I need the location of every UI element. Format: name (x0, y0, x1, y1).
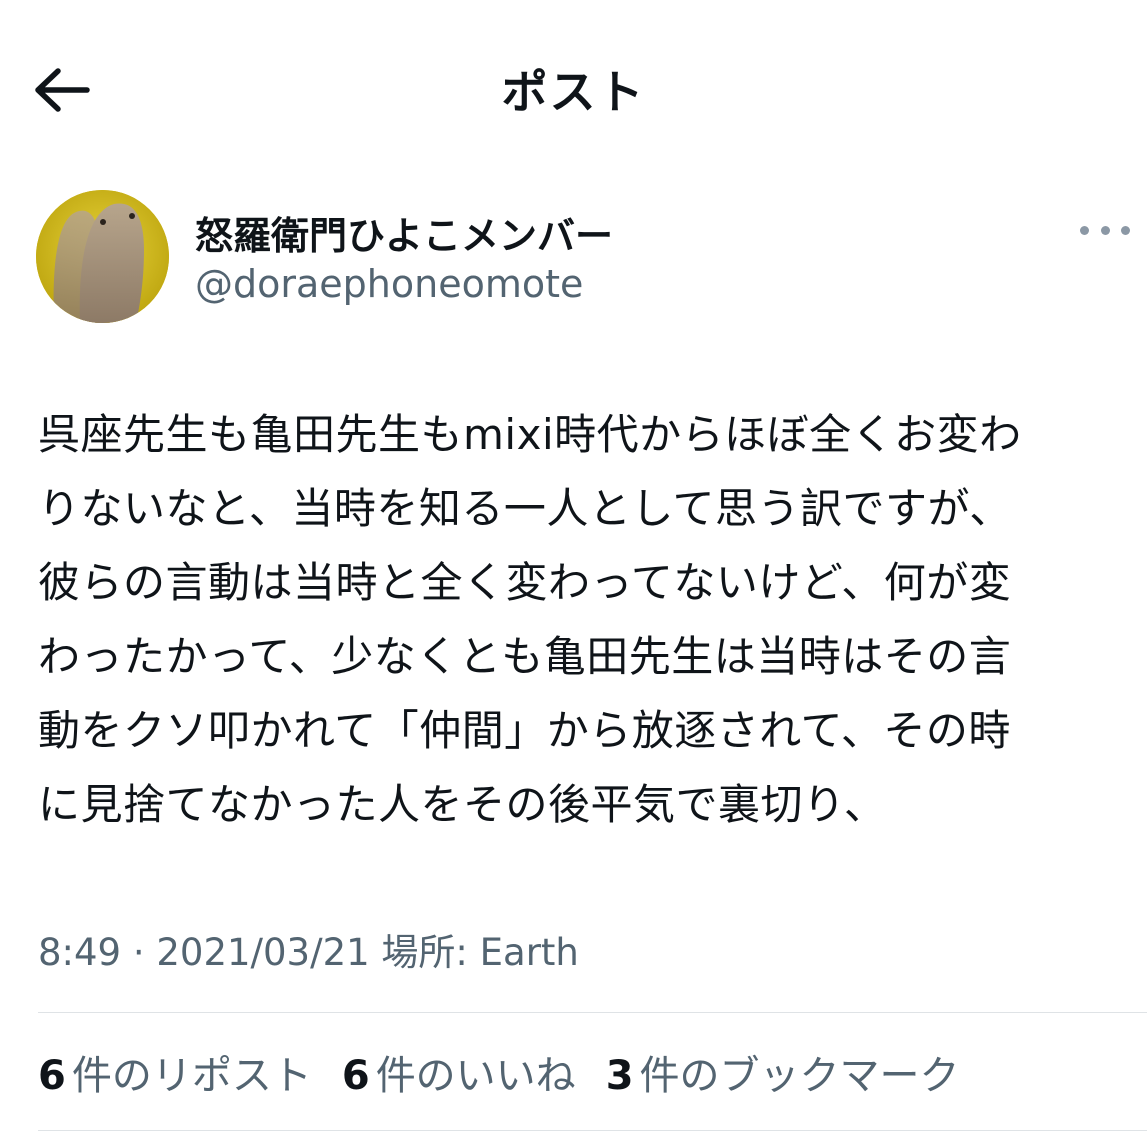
bookmarks-count: 3 (605, 1053, 634, 1099)
more-horizontal-icon (1100, 225, 1110, 235)
reposts-count: 6 (38, 1053, 66, 1099)
likes-stat[interactable]: 6 件のいいね (342, 1043, 576, 1101)
bookmarks-stat[interactable]: 3 件のブックマーク (606, 1043, 960, 1101)
post-text-line: わったかって、少なくとも亀田先生は当時はその言 (38, 632, 1012, 681)
post-text-line: 動をクソ叩かれて「仲間」から放逐されて、その時 (38, 706, 1011, 755)
header: ポスト (0, 0, 1147, 175)
bookmarks-label: 件のブックマーク (639, 1053, 960, 1099)
post-text-line: 呉座先生も亀田先生もmixi時代からほぼ全くお変わ (38, 410, 1022, 459)
page-title: ポスト (501, 65, 646, 119)
reposts-label: 件のリポスト (71, 1053, 312, 1099)
avatar-image (36, 190, 169, 323)
post-text-line: 彼らの言動は当時と全く変わってないけど、何が変 (38, 558, 1012, 607)
post-text-line: りないなと、当時を知る一人として思う訳ですが、 (38, 484, 1012, 533)
author-handle[interactable]: @doraephoneomote (195, 262, 583, 306)
divider (38, 1012, 1147, 1013)
post-stats: 6 件のリポスト 6 件のいいね 3 件のブックマーク (38, 1043, 960, 1101)
post-date[interactable]: 2021/03/21 (156, 931, 369, 974)
reposts-stat[interactable]: 6 件のリポスト (38, 1043, 312, 1101)
post-meta: 8:49 · 2021/03/21 場所: Earth (38, 922, 579, 976)
location-value: Earth (479, 931, 579, 974)
meta-separator: · (132, 931, 145, 974)
more-options-button[interactable] (1080, 215, 1130, 245)
location-label: 場所: (381, 931, 468, 974)
more-horizontal-icon (1080, 225, 1089, 235)
divider (38, 1130, 1147, 1131)
likes-count: 6 (341, 1053, 370, 1099)
post-text-line: に見捨てなかった人をその後平気で裏切り、 (38, 780, 887, 829)
author-display-name[interactable]: 怒羅衛門ひよこメンバー (195, 205, 613, 260)
likes-label: 件のいいね (375, 1053, 576, 1099)
avatar[interactable] (36, 190, 169, 323)
post-text: 呉座先生も亀田先生もmixi時代からほぼ全くお変わ りないなと、当時を知る一人と… (38, 398, 1138, 842)
post-time[interactable]: 8:49 (38, 931, 121, 974)
more-horizontal-icon (1121, 225, 1130, 235)
